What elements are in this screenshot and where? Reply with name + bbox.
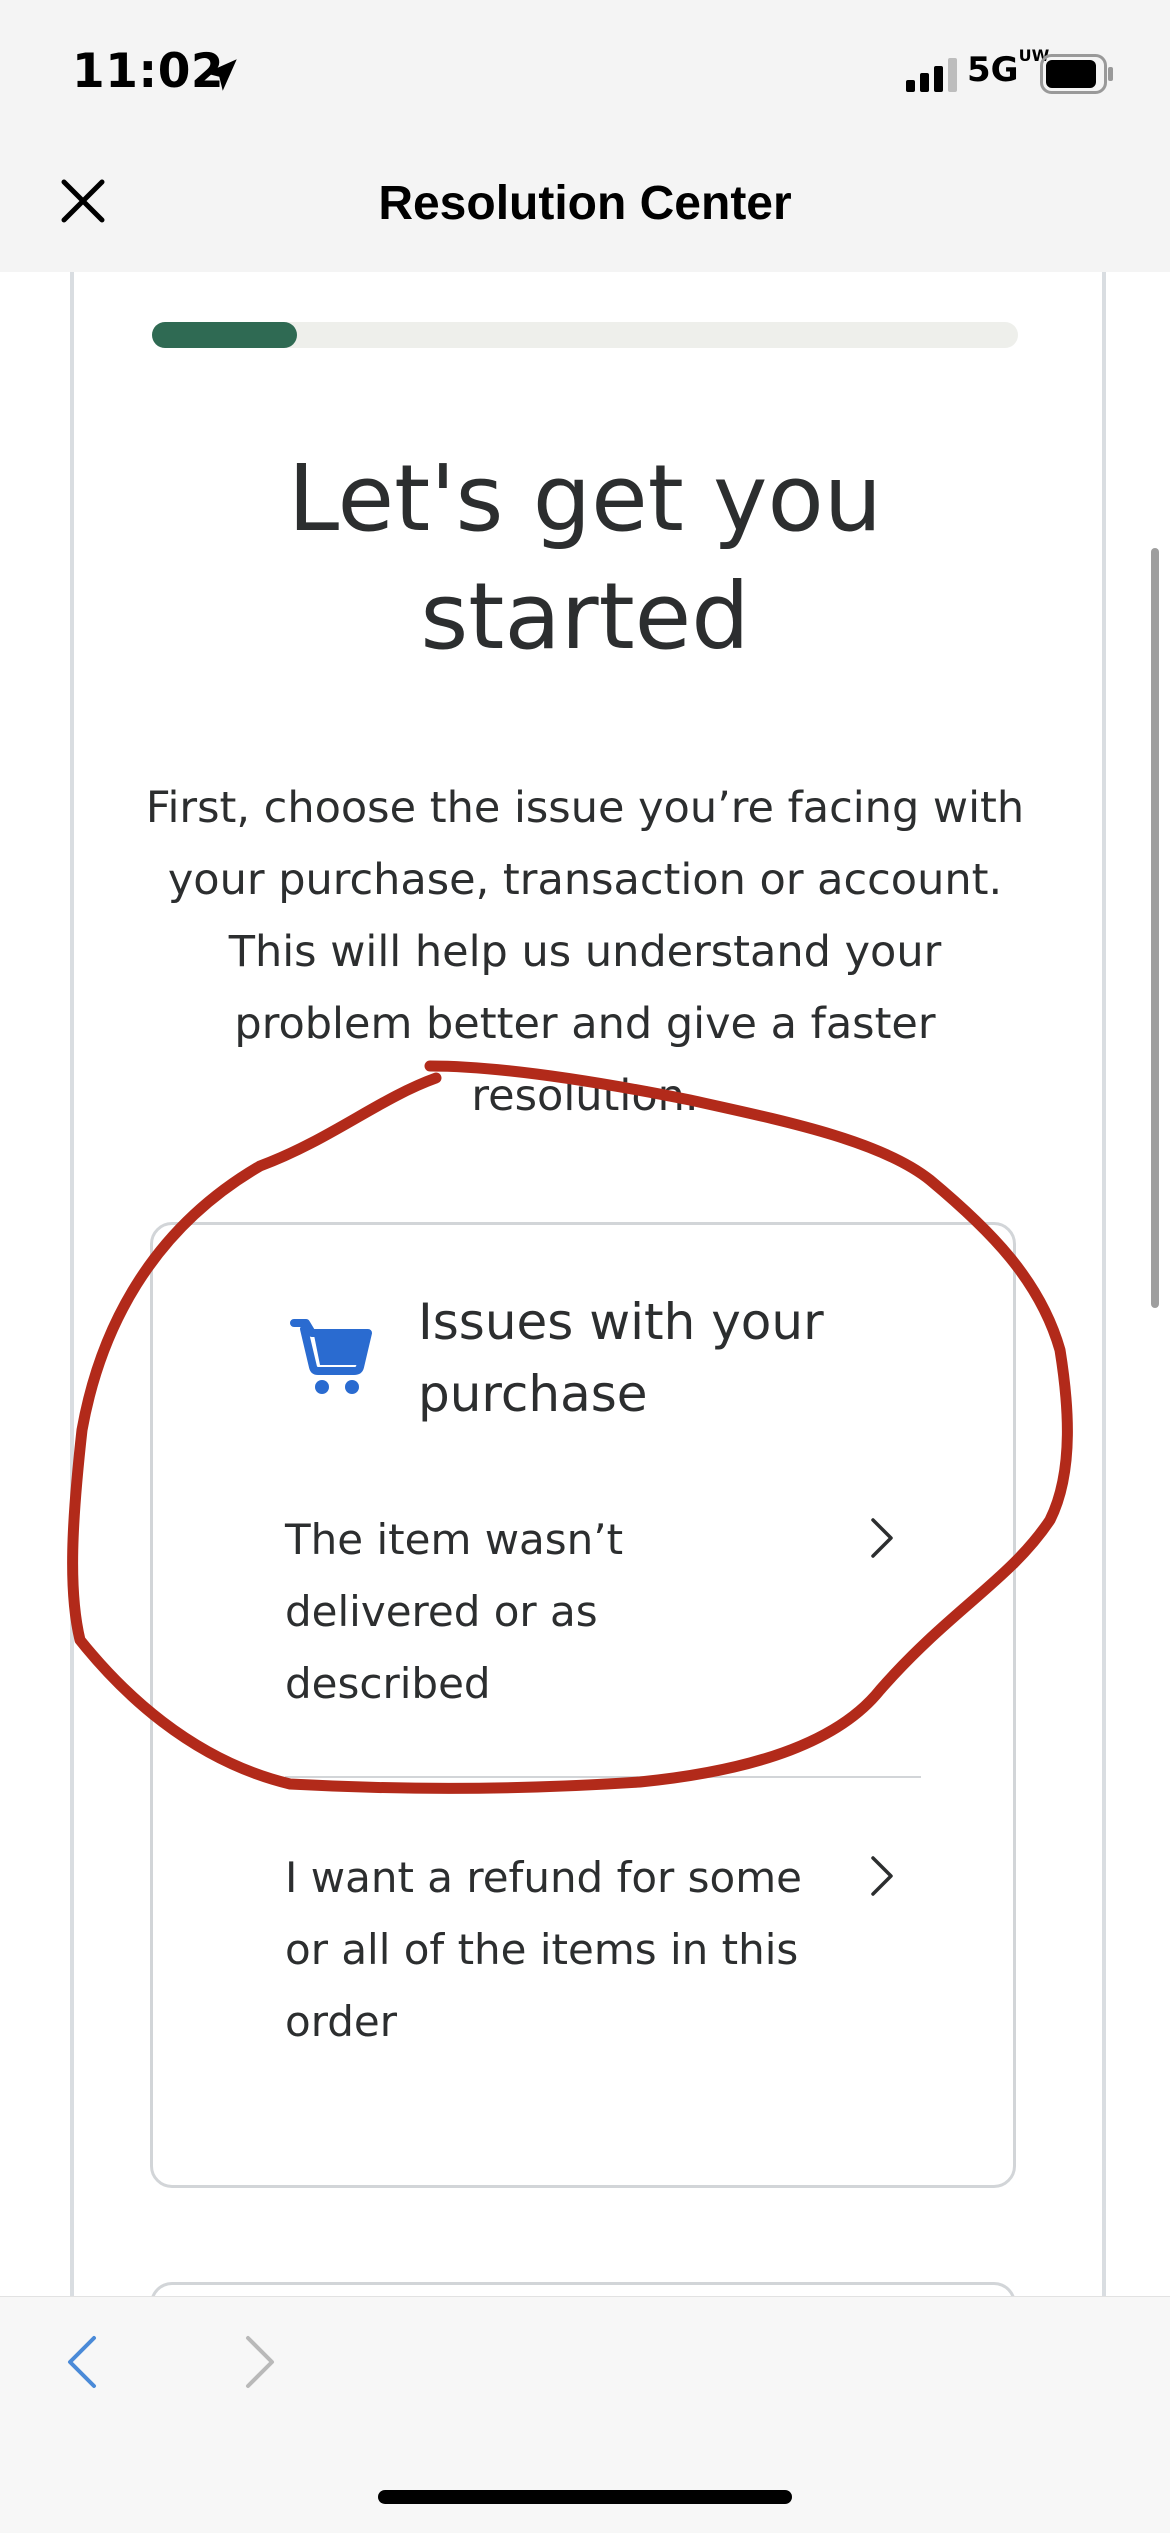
home-indicator — [378, 2490, 792, 2504]
chevron-right-icon — [871, 1518, 893, 1558]
divider — [285, 1776, 921, 1778]
battery-icon — [1040, 54, 1113, 94]
option-label: I want a refund for some or all of the i… — [285, 1853, 803, 2046]
headline: Let's get you started — [287, 445, 883, 670]
progress-bar — [152, 322, 1018, 348]
cellular-signal-icon — [906, 58, 957, 92]
forward-arrow-icon[interactable] — [238, 2334, 282, 2390]
location-arrow-icon — [205, 59, 237, 91]
card-title: Issues with your purchase — [418, 1293, 824, 1423]
progress-fill — [152, 322, 297, 348]
chevron-right-icon — [871, 1856, 893, 1896]
network-indicator: 5GUW — [967, 45, 1050, 90]
shopping-cart-icon — [290, 1319, 372, 1394]
option-item-not-delivered[interactable]: The item wasn’t delivered or as describe… — [285, 1504, 925, 1720]
back-arrow-icon[interactable] — [60, 2334, 104, 2390]
page-title: Resolution Center — [378, 177, 792, 230]
option-label: The item wasn’t delivered or as describe… — [285, 1515, 624, 1708]
scrollbar[interactable] — [1151, 548, 1159, 1308]
intro-text: First, choose the issue you’re facing wi… — [145, 783, 1025, 1121]
option-request-refund[interactable]: I want a refund for some or all of the i… — [285, 1842, 925, 2058]
